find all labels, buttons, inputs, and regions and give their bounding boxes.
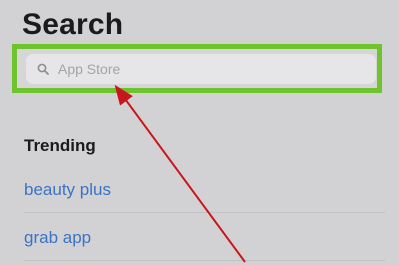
app-store-search-screen: Search App Store Trending beauty plus gr… [0, 0, 399, 265]
annotation-arrow [114, 84, 246, 263]
